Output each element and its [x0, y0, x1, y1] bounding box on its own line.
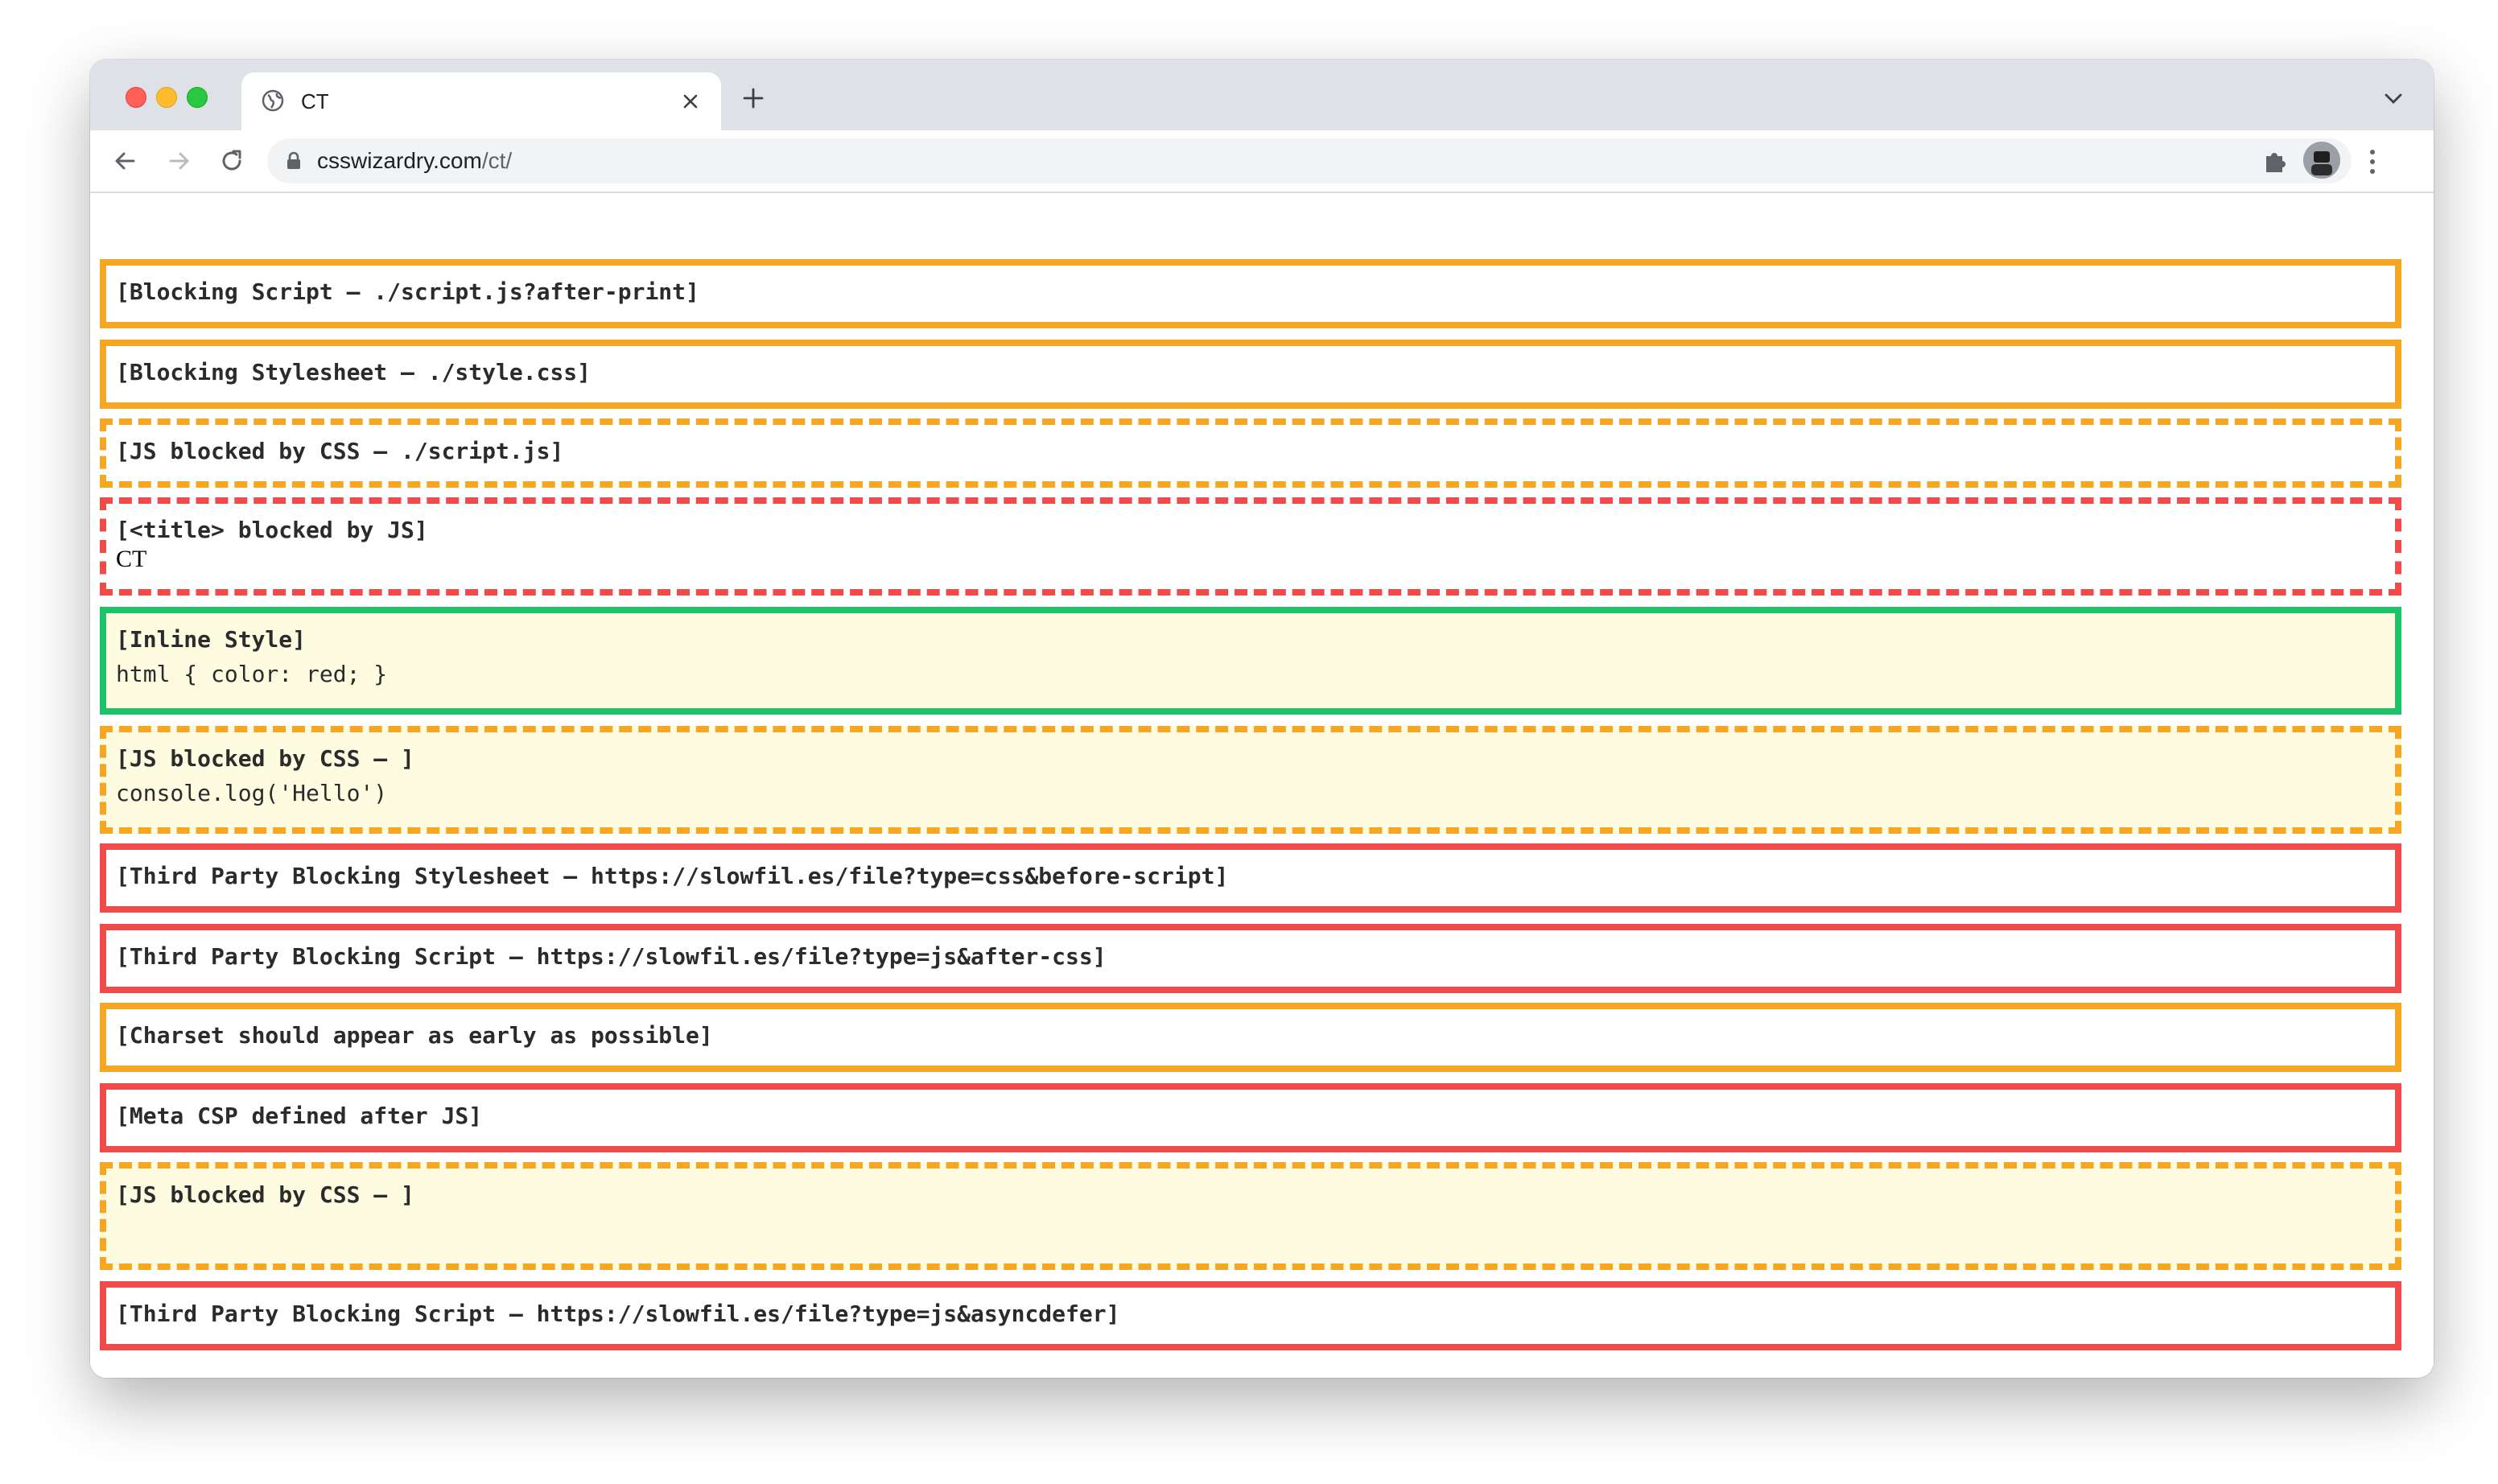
block-third-party-async-script: [Third Party Blocking Script — https://s… — [100, 1281, 2401, 1350]
block-label: [Charset should appear as early as possi… — [116, 1022, 713, 1049]
block-third-party-stylesheet: [Third Party Blocking Stylesheet — https… — [100, 843, 2401, 913]
block-label: [Blocking Script — ./script.js?after-pri… — [116, 278, 699, 305]
block-body: html { color: red; } — [116, 661, 388, 687]
kebab-menu-icon[interactable] — [2368, 148, 2377, 175]
block-label: [Blocking Stylesheet — ./style.css] — [116, 359, 592, 385]
block-meta-csp: [Meta CSP defined after JS] — [100, 1083, 2401, 1152]
avatar[interactable] — [2303, 142, 2340, 179]
address-bar[interactable]: csswizardry.com/ct/ — [267, 138, 2352, 183]
browser-window: CT csswizardry.com/ct/ [Blocking Script … — [90, 60, 2434, 1378]
block-blocking-script: [Blocking Script — ./script.js?after-pri… — [100, 259, 2401, 328]
chevron-down-icon[interactable] — [2382, 90, 2405, 106]
block-third-party-script: [Third Party Blocking Script — https://s… — [100, 924, 2401, 993]
block-label: [<title> blocked by JS] — [116, 517, 428, 543]
page-viewport: [Blocking Script — ./script.js?after-pri… — [90, 193, 2434, 1378]
block-inline-style: [Inline Style] html { color: red; } — [100, 607, 2401, 715]
close-window-button[interactable] — [126, 87, 146, 108]
block-label: [JS blocked by CSS — ] — [116, 745, 414, 772]
block-body: CT — [116, 546, 147, 572]
block-label: [JS blocked by CSS — ./script.js] — [116, 438, 564, 464]
tab-strip: CT — [90, 60, 2434, 130]
block-title-blocked-by-js: [<title> blocked by JS] CT — [100, 497, 2401, 596]
block-label: [Inline Style] — [116, 626, 307, 653]
globe-icon — [262, 89, 284, 112]
block-label: [Meta CSP defined after JS] — [116, 1103, 483, 1129]
block-label: [Third Party Blocking Stylesheet — https… — [116, 863, 1229, 889]
minimize-window-button[interactable] — [156, 87, 177, 108]
profile-photo-icon — [2303, 142, 2340, 179]
block-blocking-stylesheet: [Blocking Stylesheet — ./style.css] — [100, 340, 2401, 409]
puzzle-icon[interactable] — [2261, 146, 2290, 175]
lock-icon[interactable] — [285, 151, 303, 171]
url-host: csswizardry.com — [317, 148, 482, 173]
toolbar: csswizardry.com/ct/ — [90, 130, 2434, 193]
url-path: /ct/ — [481, 148, 513, 173]
close-icon[interactable] — [681, 92, 700, 111]
block-label: [JS blocked by CSS — ] — [116, 1181, 414, 1208]
block-body: console.log('Hello') — [116, 780, 388, 806]
block-empty-inline-script: [JS blocked by CSS — ] — [100, 1162, 2401, 1270]
url-text[interactable]: csswizardry.com/ct/ — [317, 146, 512, 175]
plus-icon[interactable] — [742, 87, 765, 109]
forward-arrow-icon[interactable] — [163, 145, 195, 177]
block-charset: [Charset should appear as early as possi… — [100, 1003, 2401, 1072]
block-label: [Third Party Blocking Script — https://s… — [116, 943, 1107, 970]
tab-title: CT — [301, 89, 329, 113]
reload-icon[interactable] — [216, 145, 248, 177]
back-arrow-icon[interactable] — [109, 145, 142, 177]
block-js-blocked-by-css: [JS blocked by CSS — ./script.js] — [100, 418, 2401, 488]
block-inline-script: [JS blocked by CSS — ] console.log('Hell… — [100, 726, 2401, 834]
block-label: [Third Party Blocking Script — https://s… — [116, 1301, 1120, 1327]
zoom-window-button[interactable] — [187, 87, 208, 108]
tab-active[interactable]: CT — [241, 72, 721, 130]
